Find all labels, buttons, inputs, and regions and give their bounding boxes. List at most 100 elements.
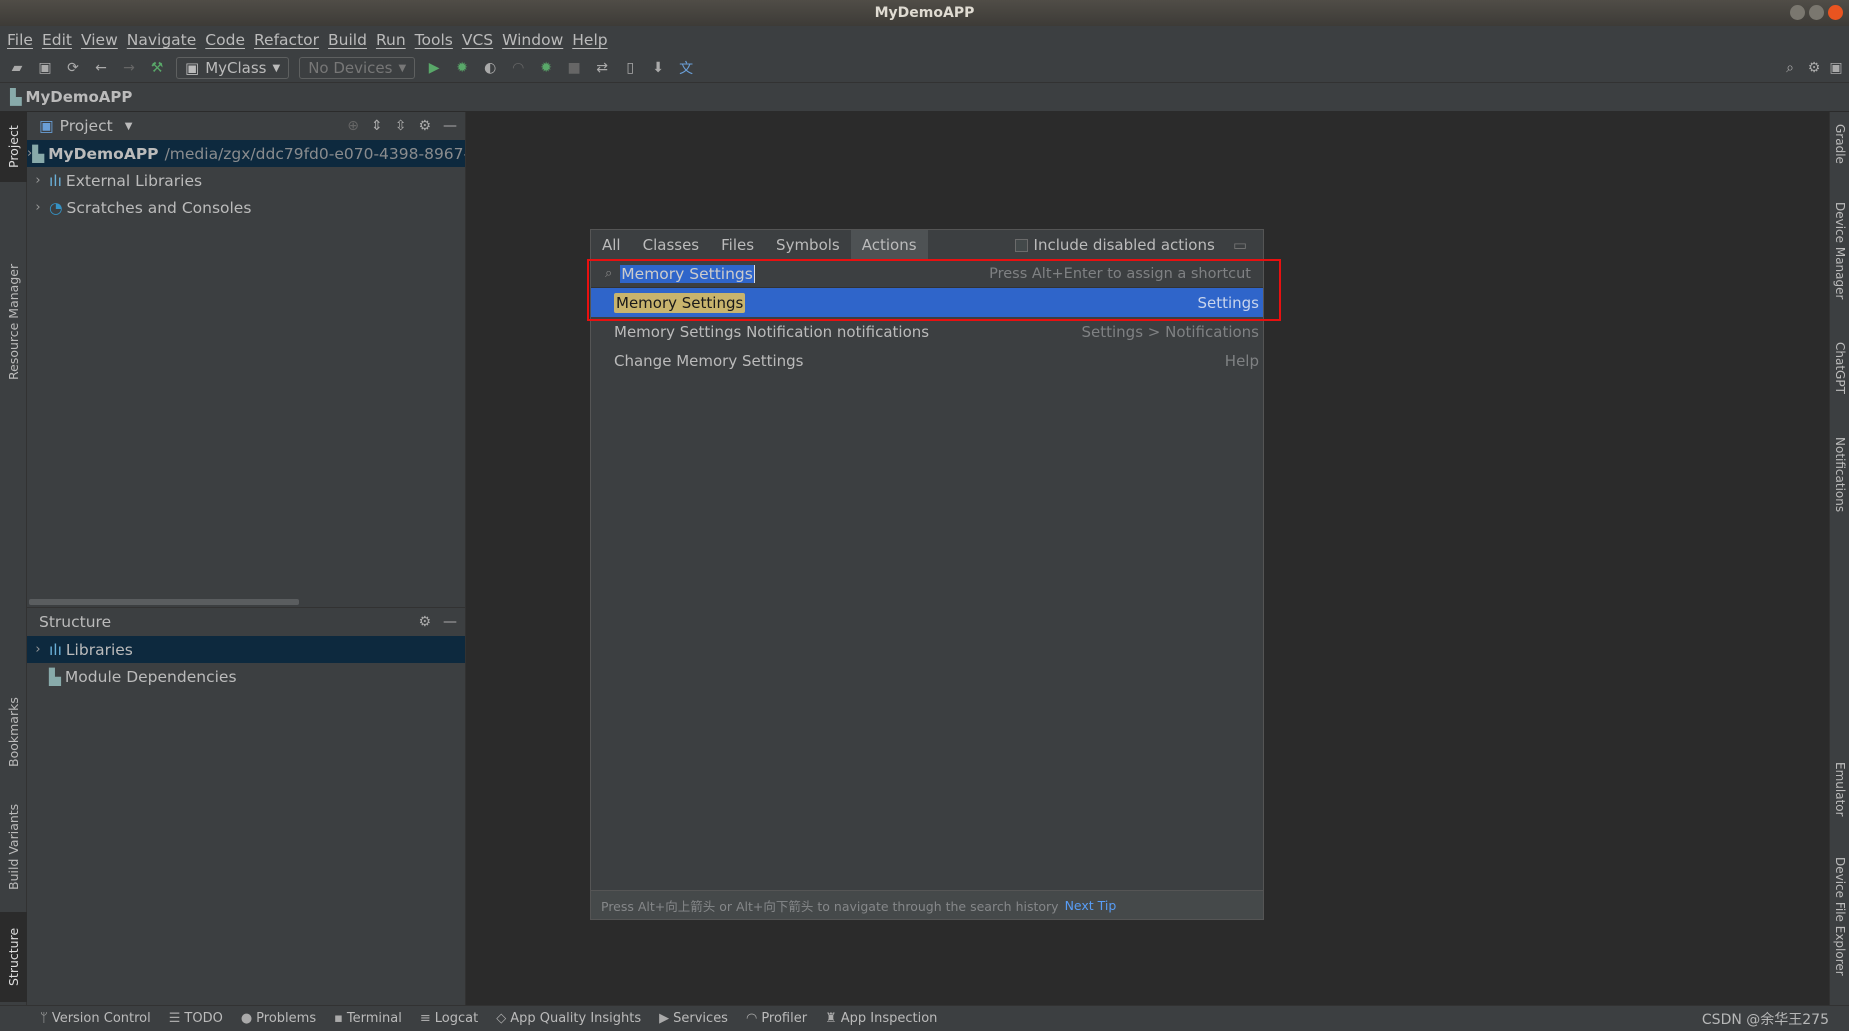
gear-icon[interactable]: ⚙ (418, 118, 431, 134)
scratches-icon: ◔ (49, 198, 63, 217)
menu-file[interactable]: File (7, 31, 33, 49)
tool-tab-emulator[interactable]: Emulator (1830, 762, 1849, 842)
run-icon[interactable]: ▶ (425, 59, 443, 77)
result-item[interactable]: Change Memory Settings Help (591, 346, 1263, 375)
structure-item-module-dependencies[interactable]: ▙ Module Dependencies (27, 663, 465, 690)
locate-icon[interactable]: ⊕ (347, 118, 359, 134)
device-manager-icon[interactable]: ▯ (621, 59, 639, 77)
stop-icon[interactable]: ■ (565, 59, 583, 77)
terminal-icon: ▪ (334, 1011, 343, 1026)
tool-tab-gradle[interactable]: Gradle (1830, 124, 1849, 194)
menu-tools[interactable]: Tools (415, 31, 453, 49)
structure-panel-title: Structure (39, 613, 112, 631)
open-folder-icon[interactable]: ▰ (8, 59, 26, 77)
gear-icon[interactable]: ⚙ (418, 614, 431, 630)
project-panel: ▣ Project ▼ ⊕ ⇕ ⇳ ⚙ — › ▙ MyDemoAPP /med… (27, 112, 466, 607)
chevron-right-icon[interactable]: › (27, 642, 49, 657)
settings-gear-icon[interactable]: ⚙ (1805, 59, 1823, 77)
tree-item-label: External Libraries (65, 171, 203, 190)
gradle-sync-icon[interactable]: ⇄ (593, 59, 611, 77)
tool-version-control[interactable]: ᛘ Version Control (40, 1011, 151, 1026)
breadcrumb: ▙ MyDemoAPP (0, 83, 1849, 112)
tool-tab-resource-manager[interactable]: Resource Manager (0, 202, 27, 442)
tool-profiler[interactable]: ◠ Profiler (746, 1011, 807, 1026)
tool-tab-device-file-explorer[interactable]: Device File Explorer (1830, 857, 1849, 997)
save-icon[interactable]: ▣ (36, 59, 54, 77)
window-title: MyDemoAPP (874, 5, 975, 21)
profiler-icon: ◠ (745, 1011, 758, 1026)
tree-item-external-libraries[interactable]: › ılı External Libraries (27, 167, 465, 194)
tab-symbols[interactable]: Symbols (765, 230, 851, 260)
chevron-right-icon[interactable]: › (27, 173, 49, 188)
include-disabled-label[interactable]: Include disabled actions (1034, 236, 1215, 254)
minimize-button[interactable] (1790, 5, 1805, 20)
menu-help[interactable]: Help (572, 31, 607, 49)
menu-navigate[interactable]: Navigate (127, 31, 197, 49)
tab-files[interactable]: Files (710, 230, 765, 260)
minimize-icon[interactable]: — (443, 118, 457, 134)
sync-icon[interactable]: ⟳ (64, 59, 82, 77)
tool-logcat[interactable]: ≡ Logcat (420, 1011, 478, 1026)
tool-services[interactable]: ▶ Services (659, 1011, 728, 1026)
maximize-button[interactable] (1809, 5, 1824, 20)
menu-refactor[interactable]: Refactor (254, 31, 319, 49)
menu-code[interactable]: Code (205, 31, 245, 49)
menu-view[interactable]: View (81, 31, 118, 49)
attach-debugger-icon[interactable]: ✹ (537, 59, 555, 77)
menu-vcs[interactable]: VCS (462, 31, 493, 49)
result-item[interactable]: Memory Settings Notification notificatio… (591, 317, 1263, 346)
chevron-right-icon[interactable]: › (27, 200, 49, 215)
include-disabled-checkbox[interactable] (1014, 238, 1028, 252)
minimize-icon[interactable]: — (443, 614, 457, 630)
tool-todo[interactable]: ☰ TODO (169, 1011, 223, 1026)
tab-all[interactable]: All (591, 230, 632, 260)
tool-tab-notifications[interactable]: Notifications (1830, 437, 1849, 537)
inspection-icon: ♜ (825, 1011, 837, 1026)
device-dropdown[interactable]: No Devices ▼ (299, 57, 416, 79)
hint-text: Press Alt+向上箭头 or Alt+向下箭头 to navigate t… (601, 898, 1059, 914)
tree-item-mydemoapp[interactable]: › ▙ MyDemoAPP /media/zgx/ddc79fd0-e070-4… (27, 140, 465, 167)
tool-tab-project[interactable]: Project (0, 112, 27, 182)
run-config-dropdown[interactable]: ▣ MyClass ▼ (176, 57, 290, 79)
expand-all-icon[interactable]: ⇕ (371, 118, 383, 134)
tree-item-scratches[interactable]: › ◔ Scratches and Consoles (27, 194, 465, 221)
tool-app-inspection[interactable]: ♜ App Inspection (825, 1011, 937, 1026)
structure-item-libraries[interactable]: › ılı Libraries (27, 636, 465, 663)
menu-window[interactable]: Window (502, 31, 563, 49)
debug-icon[interactable]: ✹ (453, 59, 471, 77)
project-panel-title[interactable]: Project (60, 117, 113, 135)
layout-icon[interactable]: ▣ (1827, 59, 1845, 77)
back-icon[interactable]: ← (92, 59, 110, 77)
tab-actions[interactable]: Actions (850, 229, 928, 260)
tool-app-quality-insights[interactable]: ◇ App Quality Insights (496, 1011, 641, 1026)
tool-problems[interactable]: ● Problems (241, 1011, 316, 1026)
translate-icon[interactable]: 文 (677, 59, 695, 77)
tool-tab-structure[interactable]: Structure (0, 912, 27, 1002)
build-hammer-icon[interactable]: ⚒ (148, 59, 166, 77)
tool-tab-chatgpt[interactable]: ChatGPT (1830, 342, 1849, 422)
menu-build[interactable]: Build (328, 31, 367, 49)
breadcrumb-project[interactable]: MyDemoAPP (26, 88, 133, 106)
coverage-icon[interactable]: ◐ (481, 59, 499, 77)
tab-classes[interactable]: Classes (632, 230, 711, 260)
horizontal-scrollbar[interactable] (29, 599, 299, 605)
next-tip-link[interactable]: Next Tip (1065, 898, 1117, 913)
warning-icon: ● (240, 1011, 253, 1026)
pin-window-icon[interactable]: ▭ (1233, 236, 1247, 254)
sdk-manager-icon[interactable]: ⬇ (649, 59, 667, 77)
chevron-down-icon[interactable]: ▼ (125, 121, 133, 132)
tool-tab-device-manager[interactable]: Device Manager (1830, 202, 1849, 332)
menu-edit[interactable]: Edit (42, 31, 72, 49)
libraries-icon: ılı (49, 640, 62, 659)
structure-panel: Structure ⚙ — › ılı Libraries ▙ Module De… (27, 607, 466, 1005)
tool-tab-bookmarks[interactable]: Bookmarks (0, 682, 27, 782)
menu-run[interactable]: Run (376, 31, 406, 49)
search-icon[interactable]: ⌕ (1781, 59, 1799, 77)
profile-icon[interactable]: ◠ (509, 59, 527, 77)
collapse-all-icon[interactable]: ⇳ (395, 118, 407, 134)
forward-icon[interactable]: → (120, 59, 138, 77)
close-button[interactable] (1828, 5, 1843, 20)
search-everywhere-dialog: All Classes Files Symbols Actions Includ… (590, 229, 1264, 920)
tool-tab-build-variants[interactable]: Build Variants (0, 792, 27, 902)
tool-terminal[interactable]: ▪ Terminal (334, 1011, 402, 1026)
